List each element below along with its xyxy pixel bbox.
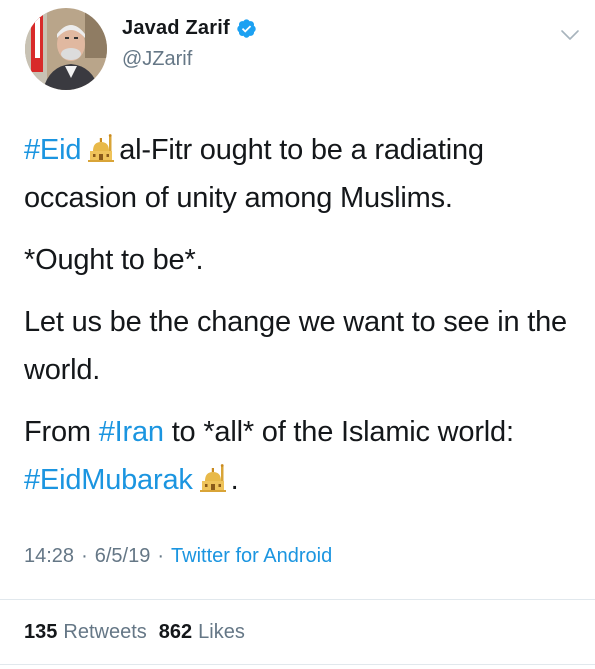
tweet-text-segment: From [24, 416, 91, 448]
mosque-icon [199, 460, 227, 492]
retweets-count: 135 [24, 621, 58, 643]
meta-separator: · [81, 545, 88, 567]
tweet-time[interactable]: 14:28 [24, 545, 74, 568]
hashtag-link[interactable]: #Eid [24, 134, 81, 166]
likes-stat[interactable]: 862 Likes [159, 621, 245, 644]
tweet-paragraph: From #Iran to *all* of the Islamic world… [24, 408, 580, 504]
tweet-stats: 135 Retweets 862 Likes [24, 621, 257, 644]
divider [0, 664, 595, 665]
retweets-label: Retweets [63, 621, 147, 643]
chevron-down-icon[interactable] [560, 27, 580, 43]
tweet-text-segment: Let us be the change we want to see in t… [24, 306, 567, 386]
mosque-icon [87, 130, 115, 162]
tweet-paragraph: *Ought to be*. [24, 236, 580, 284]
user-handle[interactable]: @JZarif [122, 48, 192, 71]
verified-badge-icon [236, 18, 257, 39]
likes-label: Likes [198, 621, 245, 643]
likes-count: 862 [158, 621, 193, 643]
hashtag-link[interactable]: #EidMubarak [24, 464, 193, 496]
tweet-text: #Eid al-Fitr ought to be a radiating occ… [24, 126, 580, 522]
tweet-text-segment: to *all* of the Islamic world: [171, 416, 514, 448]
tweet-date[interactable]: 6/5/19 [95, 545, 151, 568]
avatar[interactable] [25, 8, 107, 90]
tweet-card: Javad Zarif @JZarif #Eid al-Fitr ought t… [0, 0, 595, 669]
tweet-text-segment: *Ought to be*. [24, 244, 204, 276]
tweet-text-segment: . [230, 464, 239, 496]
tweet-meta: 14:28 · 6/5/19 · Twitter for Android [24, 545, 332, 568]
tweet-source-link[interactable]: Twitter for Android [171, 545, 332, 568]
user-name-row[interactable]: Javad Zarif [122, 17, 257, 40]
retweets-stat[interactable]: 135 Retweets [24, 621, 147, 644]
meta-separator: · [157, 545, 165, 567]
divider [0, 599, 595, 600]
avatar-image [25, 8, 107, 90]
hashtag-link[interactable]: #Iran [99, 416, 164, 448]
tweet-paragraph: Let us be the change we want to see in t… [24, 298, 580, 394]
display-name[interactable]: Javad Zarif [122, 17, 230, 40]
tweet-paragraph: #Eid al-Fitr ought to be a radiating occ… [24, 126, 580, 222]
